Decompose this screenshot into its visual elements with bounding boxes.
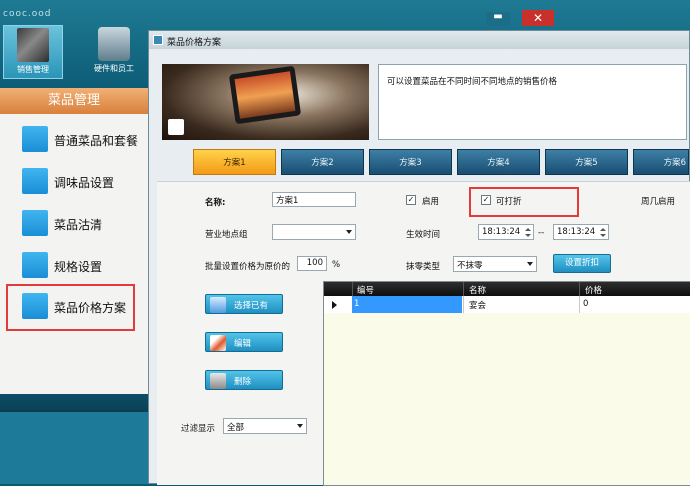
location-group-label: 营业地点组 — [205, 230, 248, 240]
edit-icon — [210, 335, 226, 351]
location-group-select[interactable] — [272, 224, 356, 240]
sidebar-footer-band — [0, 394, 148, 412]
minimize-button[interactable]: ▬ — [486, 12, 510, 26]
spin-up-icon — [525, 228, 531, 231]
close-button[interactable]: ✕ — [522, 10, 554, 26]
price-plan-dialog: 菜品价格方案 可以设置菜品在不同时间不同地点的销售价格 方案1 方案2 方案3 … — [148, 30, 690, 486]
sidebar-item-condiments[interactable]: 调味品设置 — [22, 167, 148, 197]
percent-unit: % — [332, 260, 341, 270]
hardware-staff-button[interactable]: 硬件和员工 — [84, 25, 144, 79]
sales-management-button[interactable]: 销售管理 — [3, 25, 63, 79]
filter-value: 全部 — [227, 423, 245, 433]
spec-icon — [22, 252, 48, 278]
tablet-image — [228, 65, 302, 125]
table-header: 编号 名称 价格 — [324, 282, 690, 296]
banner-image — [162, 64, 369, 140]
tab-plan-3[interactable]: 方案3 — [369, 149, 452, 175]
rounding-type-label: 抹零类型 — [406, 262, 441, 272]
cell-price[interactable]: 0 — [583, 299, 588, 309]
column-header-id[interactable]: 编号 — [357, 284, 374, 296]
description-box: 可以设置菜品在不同时间不同地点的销售价格 — [378, 64, 687, 140]
cell-divider — [579, 296, 580, 313]
column-header-name[interactable]: 名称 — [469, 284, 486, 296]
spin-down-icon — [600, 234, 606, 237]
row-pointer-icon — [332, 301, 337, 309]
sold-out-icon — [22, 210, 48, 236]
select-existing-label: 选择已有 — [234, 301, 269, 311]
notebook-icon — [17, 28, 49, 62]
cell-name[interactable]: 宴会 — [469, 299, 486, 311]
condiment-icon — [22, 168, 48, 194]
enable-label: 启用 — [422, 197, 440, 207]
sidebar-item-label: 普通菜品和套餐 — [54, 134, 139, 148]
end-time-spinner[interactable]: 18:13:24 — [553, 224, 609, 240]
sidebar-item-label: 调味品设置 — [54, 176, 115, 190]
discount-highlight — [469, 187, 579, 217]
add-icon — [210, 297, 226, 313]
spin-up-icon — [600, 228, 606, 231]
tab-plan-1[interactable]: 方案1 — [193, 149, 276, 175]
rounding-type-value: 不抹零 — [457, 261, 483, 271]
table-row[interactable]: 1 宴会 0 — [324, 296, 690, 313]
column-divider — [463, 282, 464, 296]
column-divider — [579, 282, 580, 296]
edit-button[interactable]: 编辑 — [205, 332, 283, 352]
sidebar-item-sold-out[interactable]: 菜品沽清 — [22, 209, 148, 239]
filter-select[interactable]: 全部 — [223, 418, 307, 434]
start-time-value: 18:13:24 — [482, 227, 521, 237]
tab-plan-5[interactable]: 方案5 — [545, 149, 628, 175]
tablet-screen — [234, 71, 296, 119]
column-header-price[interactable]: 价格 — [585, 284, 602, 296]
chevron-down-icon — [527, 262, 533, 266]
dish-icon — [22, 126, 48, 152]
price-plan-table[interactable]: 编号 名称 价格 1 宴会 0 — [323, 281, 690, 486]
sales-management-label: 销售管理 — [17, 65, 49, 74]
name-input[interactable]: 方案1 — [272, 192, 356, 207]
select-existing-button[interactable]: 选择已有 — [205, 294, 283, 314]
edit-label: 编辑 — [234, 339, 252, 349]
hardware-staff-label: 硬件和员工 — [94, 64, 134, 73]
effective-time-label: 生效时间 — [406, 230, 441, 240]
column-divider — [352, 282, 353, 296]
selection-highlight — [6, 284, 135, 331]
trash-icon — [210, 373, 226, 389]
delete-label: 删除 — [234, 377, 252, 387]
app-logo: cooc.ood — [3, 9, 52, 19]
sidebar-item-label: 菜品沽清 — [54, 218, 103, 232]
sidebar-item-label: 规格设置 — [54, 260, 103, 274]
weekday-label: 周几启用 — [641, 197, 676, 207]
filter-label: 过滤显示 — [181, 424, 216, 434]
app-footer — [0, 412, 148, 484]
batch-percent-input[interactable]: 100 — [297, 256, 327, 271]
name-label: 名称: — [205, 198, 226, 208]
tab-plan-2[interactable]: 方案2 — [281, 149, 364, 175]
batch-price-label: 批量设置价格为原价的 — [205, 262, 291, 272]
enable-checkbox[interactable]: ✓ — [406, 195, 416, 205]
rounding-type-select[interactable]: 不抹零 — [453, 256, 537, 272]
brand-logo-icon — [168, 119, 184, 135]
start-time-spinner[interactable]: 18:13:24 — [478, 224, 534, 240]
sidebar-header: 菜品管理 — [0, 88, 148, 114]
cell-id[interactable]: 1 — [352, 296, 462, 313]
spin-down-icon — [525, 234, 531, 237]
time-separator: -- — [538, 228, 545, 238]
sidebar-item-dishes-and-sets[interactable]: 普通菜品和套餐 — [22, 125, 148, 155]
delete-button[interactable]: 删除 — [205, 370, 283, 390]
staff-icon — [98, 27, 130, 61]
end-time-value: 18:13:24 — [557, 227, 596, 237]
set-discount-button[interactable]: 设置折扣 — [553, 254, 611, 273]
tab-plan-4[interactable]: 方案4 — [457, 149, 540, 175]
tab-plan-6[interactable]: 方案6 — [633, 149, 689, 175]
dialog-title: 菜品价格方案 — [167, 38, 222, 48]
dialog-titlebar[interactable]: 菜品价格方案 — [149, 31, 689, 49]
sidebar-item-specifications[interactable]: 规格设置 — [22, 251, 148, 281]
chevron-down-icon — [346, 230, 352, 234]
plan-content-panel: 名称: 方案1 ✓ 启用 ✓ 可打折 周几启用 营业地点组 生效时间 18:13… — [157, 181, 690, 486]
chevron-down-icon — [297, 424, 303, 428]
window-icon — [153, 35, 163, 45]
cell-divider — [463, 296, 464, 313]
